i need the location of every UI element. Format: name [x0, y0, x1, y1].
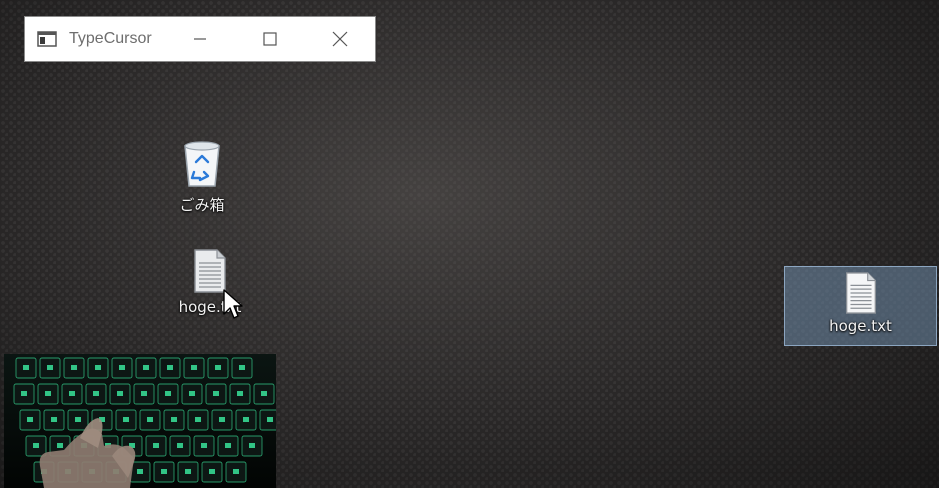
keyboard-key-legend: [191, 365, 197, 370]
app-window-icon: [37, 31, 57, 47]
minimize-icon: [194, 38, 206, 40]
keyboard-key-legend: [225, 443, 231, 448]
keyboard-key-legend: [95, 365, 101, 370]
keyboard-key-legend: [185, 469, 191, 474]
keyboard-key-legend: [213, 391, 219, 396]
selected-file-label: hoge.txt: [829, 317, 892, 335]
keyboard-image: [4, 354, 276, 488]
keyboard-video-overlay: [4, 354, 276, 488]
close-button[interactable]: [305, 17, 375, 61]
keyboard-key-legend: [51, 417, 57, 422]
desktop-background: TypeCursor ごみ箱 hoge.txt hoge.txt: [0, 0, 939, 488]
keyboard-key-legend: [21, 391, 27, 396]
recycle-bin-label: ごみ箱: [179, 196, 225, 214]
text-file-icon: [845, 272, 876, 314]
keyboard-key-legend: [215, 365, 221, 370]
selected-text-file[interactable]: hoge.txt: [784, 266, 937, 346]
keyboard-key-legend: [243, 417, 249, 422]
keyboard-key-legend: [119, 365, 125, 370]
keyboard-key-legend: [165, 391, 171, 396]
keyboard-key-legend: [93, 391, 99, 396]
close-icon: [332, 31, 348, 47]
keyboard-key-legend: [161, 469, 167, 474]
keyboard-key-legend: [167, 365, 173, 370]
keyboard-key-legend: [261, 391, 267, 396]
keyboard-key-legend: [75, 417, 81, 422]
keyboard-key-legend: [233, 469, 239, 474]
keyboard-key-legend: [153, 443, 159, 448]
keyboard-key-legend: [201, 443, 207, 448]
maximize-button[interactable]: [235, 17, 305, 61]
keyboard-key-legend: [195, 417, 201, 422]
keyboard-key-legend: [23, 365, 29, 370]
keyboard-key-legend: [239, 365, 245, 370]
keyboard-key-legend: [27, 417, 33, 422]
keyboard-key-legend: [189, 391, 195, 396]
keyboard-key-legend: [267, 417, 273, 422]
window-title: TypeCursor: [69, 30, 152, 47]
keyboard-key-legend: [237, 391, 243, 396]
typecursor-window[interactable]: TypeCursor: [24, 16, 376, 62]
keyboard-key-legend: [123, 417, 129, 422]
keyboard-key-legend: [47, 365, 53, 370]
keyboard-key-legend: [219, 417, 225, 422]
keyboard-key-legend: [209, 469, 215, 474]
keyboard-key-legend: [57, 443, 63, 448]
keyboard-key-legend: [117, 391, 123, 396]
keyboard-key-legend: [137, 469, 143, 474]
mouse-pointer-icon: [223, 289, 243, 319]
keyboard-key-legend: [147, 417, 153, 422]
recycle-bin-icon: [184, 141, 220, 187]
keyboard-key-legend: [45, 391, 51, 396]
keyboard-key-legend: [171, 417, 177, 422]
recycle-bin-shortcut[interactable]: ごみ箱: [160, 140, 244, 215]
keyboard-key-legend: [33, 443, 39, 448]
minimize-button[interactable]: [165, 17, 235, 61]
maximize-icon: [263, 32, 277, 46]
keyboard-key-legend: [69, 391, 75, 396]
keyboard-key-legend: [141, 391, 147, 396]
keyboard-key-legend: [177, 443, 183, 448]
keyboard-key-legend: [143, 365, 149, 370]
keyboard-key-legend: [71, 365, 77, 370]
keyboard-key-legend: [249, 443, 255, 448]
